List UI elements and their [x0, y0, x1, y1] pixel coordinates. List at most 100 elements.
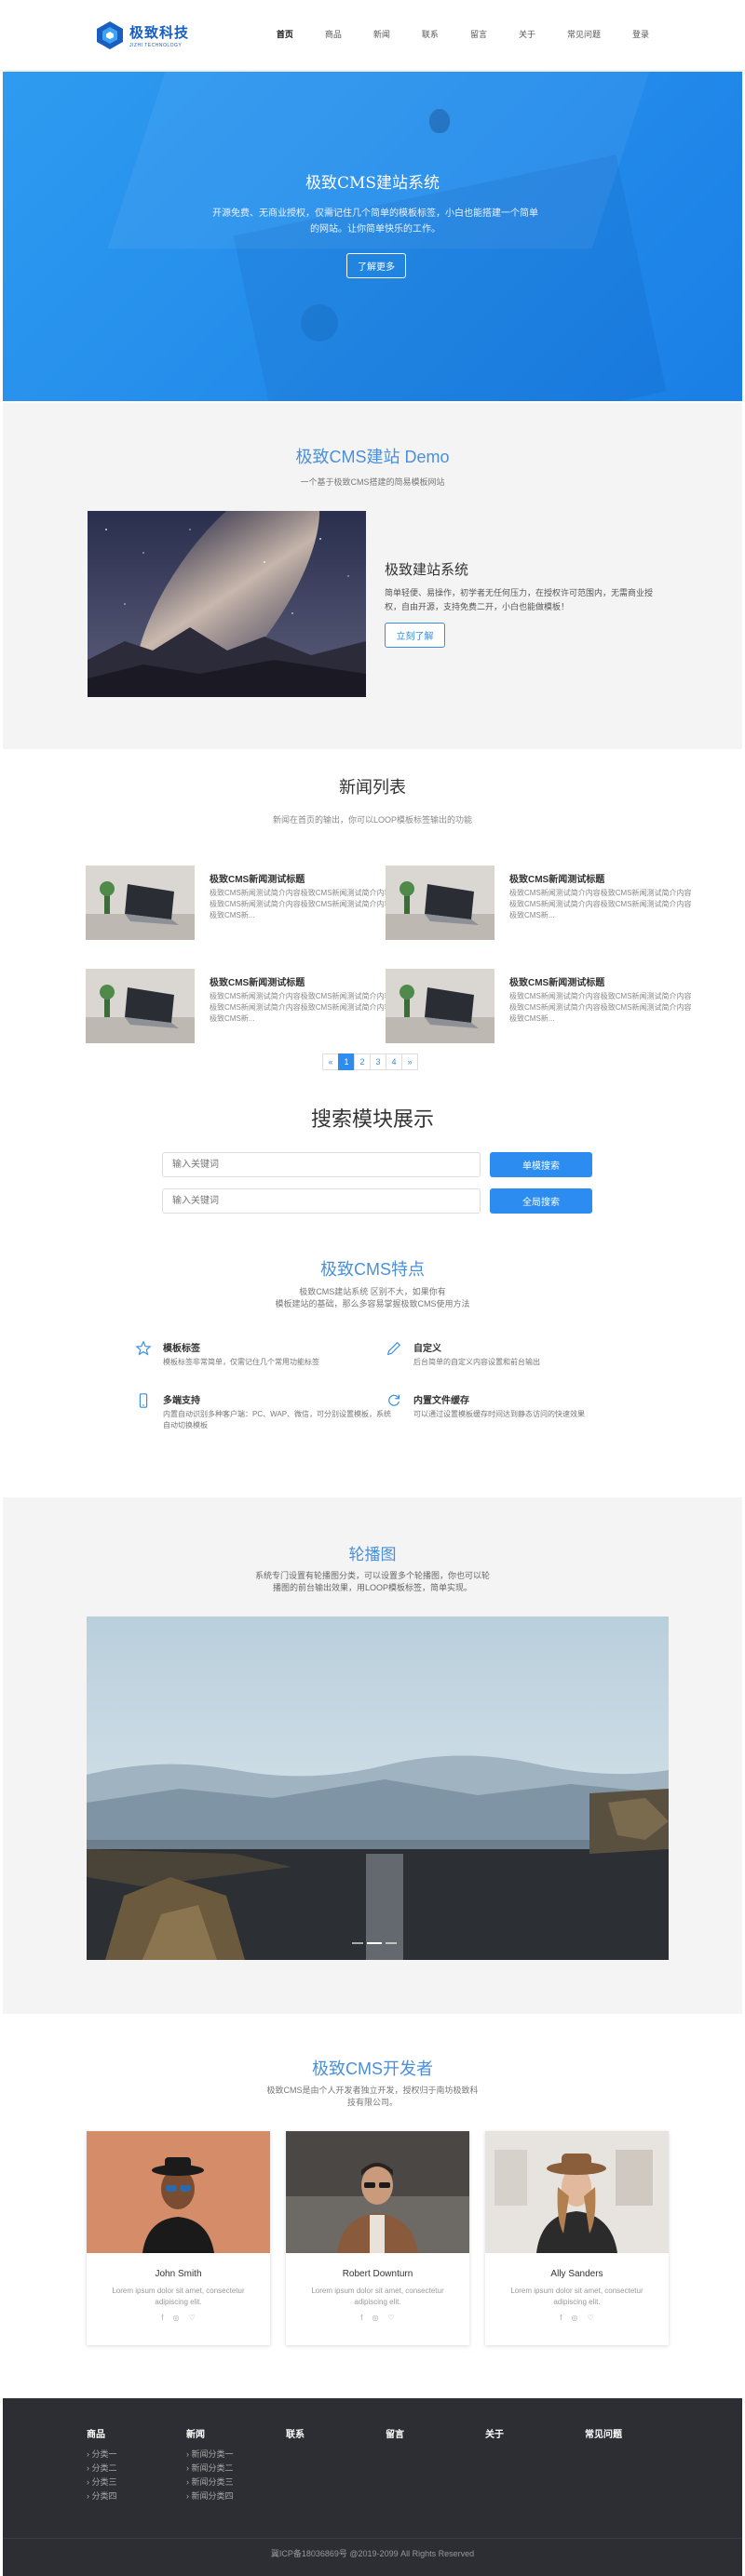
team-subtitle-line: 极致CMS是由个人开发者独立开发，授权归于南坊极致科 [266, 2086, 479, 2095]
instagram-icon[interactable]: ◎ [372, 2314, 379, 2322]
pagination-prev[interactable]: « [322, 1053, 339, 1070]
pagination-page[interactable]: 2 [354, 1053, 371, 1070]
news-item[interactable]: 极致CMS新闻测试标题 极致CMS新闻测试简介内容极致CMS新闻测试简介内容极致… [386, 865, 693, 940]
nav-contact[interactable]: 联系 [422, 28, 439, 40]
footer-link[interactable]: › 分类三 [87, 2475, 117, 2489]
footer-link[interactable]: › 新闻分类四 [186, 2489, 234, 2503]
carousel-subtitle-line: 播图的前台输出效果，用LOOP模板标签，简单实现。 [272, 1583, 472, 1592]
nav-faq[interactable]: 常见问题 [567, 28, 601, 40]
search-form-global: 全局搜索 [162, 1188, 592, 1214]
like-icon[interactable]: ♡ [189, 2314, 196, 2322]
footer-link[interactable]: › 新闻分类一 [186, 2448, 234, 2462]
news-item-title: 极致CMS新闻测试标题 [509, 978, 605, 988]
pagination-page[interactable]: 3 [370, 1053, 386, 1070]
footer-column-title[interactable]: 留言 [386, 2426, 404, 2440]
news-item[interactable]: 极致CMS新闻测试标题 极致CMS新闻测试简介内容极致CMS新闻测试简介内容极致… [86, 969, 393, 1043]
apple-logo-icon [429, 109, 450, 133]
features-subtitle: 极致CMS建站系统 区别不大，如果你有 模板建站的基础，那么多容易掌握极致CMS… [0, 1286, 745, 1310]
footer-link[interactable]: › 分类二 [87, 2462, 117, 2475]
member-name: John Smith [155, 2269, 202, 2279]
member-photo [485, 2131, 669, 2253]
facebook-icon[interactable]: f [560, 2314, 562, 2322]
nav-message[interactable]: 留言 [470, 28, 487, 40]
news-item-text: 极致CMS新闻测试简介内容极致CMS新闻测试简介内容极致CMS新闻测试简介内容极… [210, 889, 392, 919]
carousel-dot[interactable] [352, 1942, 363, 1944]
feature-text: 内置自动识别多种客户端：PC、WAP、微信，可分别设置模板，系统自动切换模板 [163, 1410, 392, 1429]
footer-link[interactable]: › 分类一 [87, 2448, 117, 2462]
carousel-subtitle: 系统专门设置有轮播图分类，可以设置多个轮播图，你也可以轮 播图的前台输出效果，用… [3, 1570, 742, 1594]
facebook-icon[interactable]: f [161, 2314, 163, 2322]
nav-about[interactable]: 关于 [519, 28, 535, 40]
pagination-page[interactable]: 4 [386, 1053, 402, 1070]
site-footer: 商品 › 分类一 › 分类二 › 分类三 › 分类四 新闻 › 新闻分类一 › … [3, 2398, 742, 2576]
footer-column-title: 商品 [87, 2430, 105, 2440]
member-description: Lorem ipsum dolor sit amet, consectetur … [510, 2287, 643, 2306]
refresh-icon [388, 1394, 400, 1406]
news-item-title: 极致CMS新闻测试标题 [210, 875, 305, 885]
pencil-icon [386, 1341, 401, 1356]
team-subtitle: 极致CMS是由个人开发者独立开发，授权归于南坊极致科 技有限公司。 [0, 2085, 745, 2109]
footer-column-title[interactable]: 常见问题 [585, 2426, 622, 2440]
carousel-subtitle-line: 系统专门设置有轮播图分类，可以设置多个轮播图，你也可以轮 [254, 1571, 490, 1580]
footer-column-title[interactable]: 关于 [485, 2426, 504, 2440]
carousel-slide-image[interactable] [87, 1617, 669, 1960]
nav-products[interactable]: 商品 [325, 28, 342, 40]
nav-home[interactable]: 首页 [277, 28, 293, 40]
site-logo[interactable]: 极致科技 JIZHI TECHNOLOGY [96, 20, 189, 50]
footer-column: 留言 [386, 2426, 404, 2448]
learn-now-button[interactable]: 立刻了解 [385, 623, 445, 648]
feature-item: 多端支持 内置自动识别多种客户端：PC、WAP、微信，可分别设置模板，系统自动切… [135, 1390, 414, 1437]
features-title: 极致CMS特点 [320, 1260, 425, 1279]
hero-banner: 极致CMS建站系统 开源免费、无商业授权，仅需记住几个简单的模板标签，小白也能搭… [3, 72, 742, 401]
news-item-text: 极致CMS新闻测试简介内容极致CMS新闻测试简介内容极致CMS新闻测试简介内容极… [509, 889, 692, 919]
news-item-text: 极致CMS新闻测试简介内容极致CMS新闻测试简介内容极致CMS新闻测试简介内容极… [509, 992, 692, 1023]
single-search-button[interactable]: 单模搜索 [490, 1152, 592, 1177]
member-social-links: f ◎ ♡ [485, 2314, 669, 2322]
carousel-indicators [352, 1942, 400, 1944]
demo-section: 极致CMS建站 Demo 一个基于极致CMS搭建的简易模板网站 极致建站系统 简… [3, 403, 742, 749]
global-search-button[interactable]: 全局搜索 [490, 1188, 592, 1214]
search-input-single[interactable] [162, 1152, 481, 1177]
demo-title: 极致CMS建站 Demo [295, 448, 450, 466]
footer-column: 商品 › 分类一 › 分类二 › 分类三 › 分类四 [87, 2426, 117, 2503]
nav-news[interactable]: 新闻 [373, 28, 390, 40]
feature-text: 可以通过设置模板缓存时间达到静态访问的快速效果 [413, 1410, 585, 1418]
news-item[interactable]: 极致CMS新闻测试标题 极致CMS新闻测试简介内容极致CMS新闻测试简介内容极致… [86, 865, 393, 940]
pagination: « 1 2 3 4 » [322, 1053, 418, 1070]
like-icon[interactable]: ♡ [388, 2314, 395, 2322]
learn-more-button[interactable]: 了解更多 [346, 253, 406, 278]
copyright-text: 冀ICP备18036869号 @2019-2099 All Rights Res… [270, 2549, 475, 2558]
member-social-links: f ◎ ♡ [87, 2314, 270, 2322]
carousel-section: 轮播图 系统专门设置有轮播图分类，可以设置多个轮播图，你也可以轮 播图的前台输出… [3, 1497, 742, 2014]
carousel-dot[interactable] [386, 1942, 397, 1944]
pagination-next[interactable]: » [401, 1053, 418, 1070]
member-photo [286, 2131, 469, 2253]
footer-column: 常见问题 [585, 2426, 622, 2448]
instagram-icon[interactable]: ◎ [572, 2314, 578, 2322]
demo-text: 简单轻便、易操作，初学者无任何压力，在授权许可范围内，无需商业授权，自由开源，支… [385, 588, 654, 611]
carousel-dot-active[interactable] [367, 1942, 382, 1944]
news-item-title: 极致CMS新闻测试标题 [210, 978, 305, 988]
footer-divider [3, 2538, 742, 2539]
footer-link[interactable]: › 分类四 [87, 2489, 117, 2503]
news-item[interactable]: 极致CMS新闻测试标题 极致CMS新闻测试简介内容极致CMS新闻测试简介内容极致… [386, 969, 693, 1043]
footer-link[interactable]: › 新闻分类三 [186, 2475, 234, 2489]
main-nav: 首页 商品 新闻 联系 留言 关于 常见问题 登录 [245, 28, 649, 40]
footer-column: 新闻 › 新闻分类一 › 新闻分类二 › 新闻分类三 › 新闻分类四 [186, 2426, 234, 2503]
footer-column-title[interactable]: 联系 [286, 2426, 305, 2440]
pagination-page[interactable]: 1 [338, 1053, 355, 1070]
instagram-icon[interactable]: ◎ [173, 2314, 180, 2322]
news-thumbnail [86, 865, 195, 940]
footer-link[interactable]: › 新闻分类二 [186, 2462, 234, 2475]
facebook-icon[interactable]: f [360, 2314, 362, 2322]
phone-icon [139, 1393, 148, 1408]
carousel-title: 轮播图 [348, 1546, 397, 1563]
feature-text: 模板标签非常简单，仅需记住几个常用功能标签 [163, 1358, 319, 1366]
like-icon[interactable]: ♡ [588, 2314, 594, 2322]
logo-subtitle: JIZHI TECHNOLOGY [129, 43, 183, 48]
search-input-global[interactable] [162, 1188, 481, 1214]
news-item-text: 极致CMS新闻测试简介内容极致CMS新闻测试简介内容极致CMS新闻测试简介内容极… [210, 992, 392, 1023]
member-description: Lorem ipsum dolor sit amet, consectetur … [311, 2287, 444, 2306]
features-subtitle-line: 极致CMS建站系统 区别不大，如果你有 [299, 1287, 446, 1296]
nav-login[interactable]: 登录 [632, 28, 649, 40]
